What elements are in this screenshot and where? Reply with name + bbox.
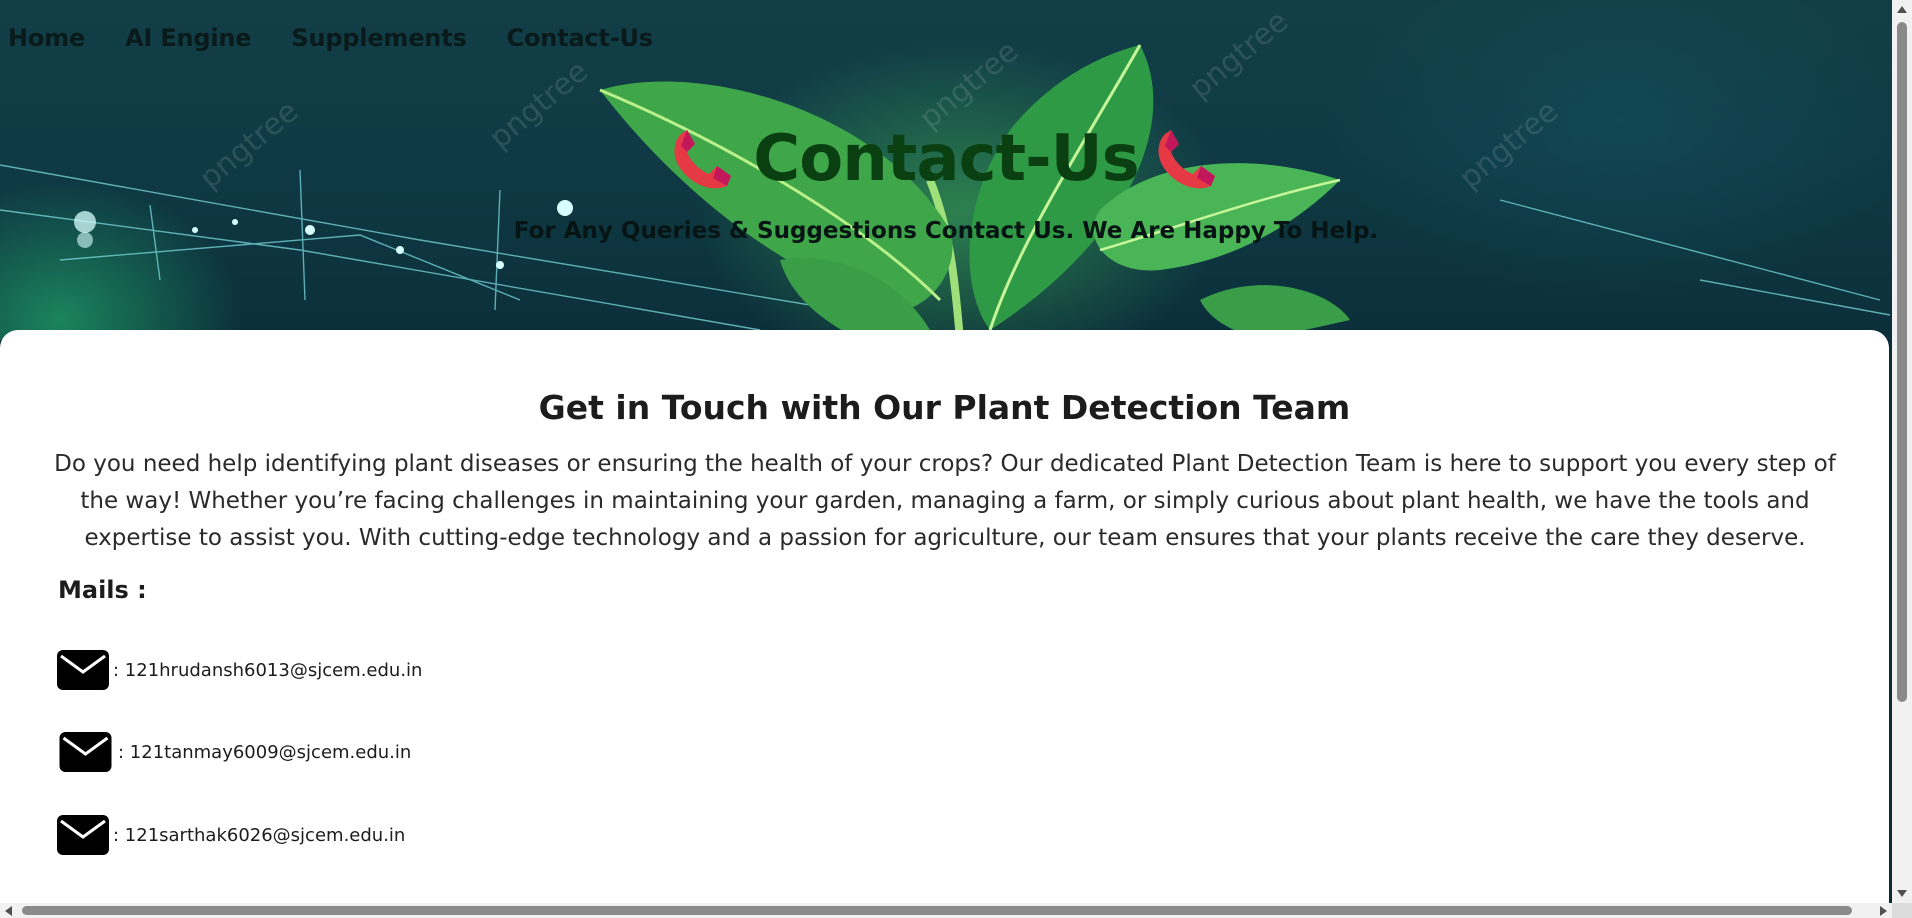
phone-icon — [674, 130, 732, 189]
envelope-icon — [59, 732, 112, 772]
vertical-scroll-thumb[interactable] — [1897, 22, 1907, 702]
mail-item: : 121hrudansh6013@sjcem.edu.in — [57, 650, 422, 690]
horizontal-scrollbar[interactable] — [0, 903, 1892, 918]
nav-supplements[interactable]: Supplements — [291, 24, 466, 52]
phone-icon — [1158, 130, 1215, 189]
hero-title-row: Contact-Us — [0, 124, 1892, 194]
vertical-scrollbar[interactable] — [1892, 0, 1912, 903]
page-title: Contact-Us — [753, 122, 1139, 196]
scroll-down-icon[interactable] — [1897, 890, 1907, 897]
svg-text:pngtree: pngtree — [1183, 4, 1295, 106]
mail-item: : 121sarthak6026@sjcem.edu.in — [57, 815, 405, 855]
svg-text:pngtree: pngtree — [913, 34, 1025, 136]
scroll-up-icon[interactable] — [1897, 6, 1907, 13]
page-subtitle: For Any Queries & Suggestions Contact Us… — [513, 218, 1379, 244]
mails-label: Mails : — [58, 576, 147, 604]
card-intro: Do you need help identifying plant disea… — [54, 451, 1836, 551]
envelope-icon — [57, 650, 109, 690]
mail-address[interactable]: : 121tanmay6009@sjcem.edu.in — [118, 742, 411, 763]
contact-card: Get in Touch with Our Plant Detection Te… — [0, 330, 1889, 905]
scroll-right-icon[interactable] — [1880, 906, 1887, 916]
card-title: Get in Touch with Our Plant Detection Te… — [538, 388, 1351, 427]
top-nav: Home AI Engine Supplements Contact-Us — [8, 24, 653, 52]
scrollbar-corner — [1892, 903, 1912, 918]
mail-item: : 121tanmay6009@sjcem.edu.in — [57, 732, 411, 772]
horizontal-scroll-thumb[interactable] — [22, 906, 1852, 915]
scroll-left-icon[interactable] — [5, 906, 12, 916]
mail-address[interactable]: : 121sarthak6026@sjcem.edu.in — [113, 825, 405, 846]
envelope-icon — [57, 815, 109, 855]
mail-address[interactable]: : 121hrudansh6013@sjcem.edu.in — [113, 660, 422, 681]
hero-banner: pngtree pngtree pngtree pngtree pngtree … — [0, 0, 1892, 340]
nav-contact-us[interactable]: Contact-Us — [507, 24, 653, 52]
nav-ai-engine[interactable]: AI Engine — [125, 24, 252, 52]
nav-home[interactable]: Home — [8, 24, 85, 52]
